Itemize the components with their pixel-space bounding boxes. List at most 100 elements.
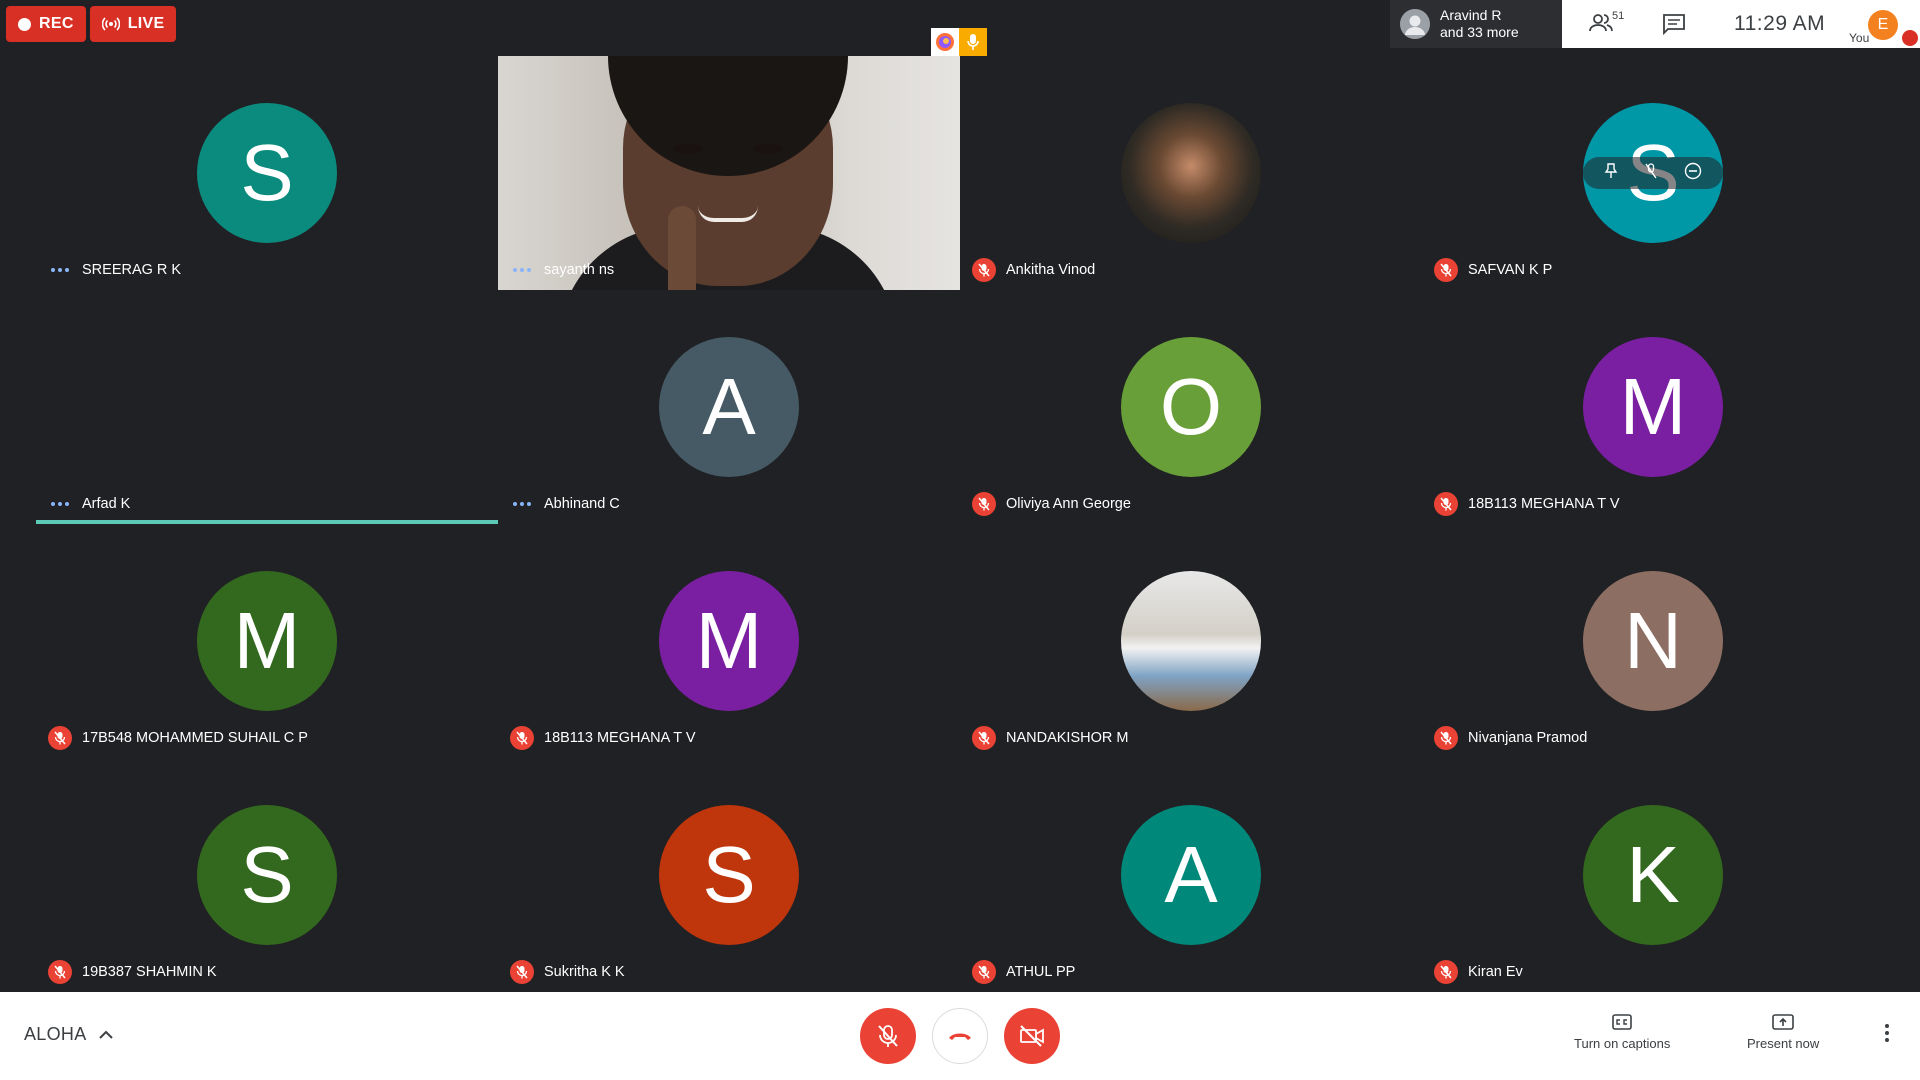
audio-level-icon — [510, 268, 534, 272]
mic-off-icon — [510, 960, 534, 984]
live-badge: LIVE — [89, 6, 177, 42]
mic-active-icon — [959, 28, 987, 56]
participant-video — [498, 56, 960, 290]
participant-tile[interactable]: Ankitha Vinod — [960, 56, 1422, 290]
tile-hover-controls — [1583, 157, 1723, 189]
audio-level-icon — [48, 502, 72, 506]
presenter-chip[interactable]: Aravind R and 33 more — [1390, 0, 1562, 48]
present-label: Present now — [1747, 1036, 1820, 1051]
participant-name: NANDAKISHOR M — [1006, 730, 1129, 746]
participant-tile[interactable]: M 18B113 MEGHANA T V — [498, 524, 960, 758]
broadcast-icon — [101, 17, 120, 31]
participant-tile[interactable]: S SREERAG R K — [36, 56, 498, 290]
audio-level-icon — [48, 268, 72, 272]
self-muted-icon — [1902, 30, 1918, 46]
more-vert-icon — [1885, 1024, 1889, 1042]
captions-button[interactable]: Turn on captions — [1574, 1014, 1670, 1051]
leave-call-button[interactable] — [932, 1008, 988, 1064]
chat-button[interactable] — [1662, 13, 1686, 40]
participant-name: SAFVAN K P — [1468, 262, 1553, 278]
mic-off-icon — [48, 726, 72, 750]
participant-tile[interactable]: M 18B113 MEGHANA T V — [1422, 290, 1884, 524]
participant-avatar: S — [659, 805, 799, 945]
meeting-details-button[interactable]: ALOHA — [24, 1024, 113, 1045]
participant-tile[interactable]: M 17B548 MOHAMMED SUHAIL C P — [36, 524, 498, 758]
bottom-control-bar: ALOHA Turn on captions Present now — [0, 992, 1920, 1080]
participant-nameplate: Sukritha K K — [510, 960, 625, 984]
participant-name: SREERAG R K — [82, 262, 182, 278]
participant-name: Oliviya Ann George — [1006, 496, 1131, 512]
meet-window: REC LIVE Aravind R and 33 more 51 11:29 … — [0, 0, 1920, 1080]
participant-nameplate: Arfad K — [48, 492, 130, 516]
participant-avatar: S — [197, 805, 337, 945]
participant-nameplate: Kiran Ev — [1434, 960, 1523, 984]
participant-photo — [1121, 103, 1261, 243]
remove-icon[interactable] — [1684, 162, 1702, 185]
participant-nameplate: 18B113 MEGHANA T V — [1434, 492, 1620, 516]
participant-tile[interactable]: S Sukritha K K — [498, 758, 960, 992]
participant-tile[interactable]: S 19B387 SHAHMIN K — [36, 758, 498, 992]
participant-nameplate: 18B113 MEGHANA T V — [510, 726, 696, 750]
audio-level-icon — [510, 502, 534, 506]
people-icon — [1589, 14, 1613, 32]
participant-avatar: A — [1121, 805, 1261, 945]
people-button[interactable]: 51 — [1588, 10, 1624, 41]
participant-nameplate: SREERAG R K — [48, 258, 181, 282]
presenter-text: Aravind R and 33 more — [1440, 7, 1519, 41]
present-button[interactable]: Present now — [1747, 1014, 1819, 1051]
videocam-off-icon — [1020, 1025, 1044, 1047]
mic-off-icon — [972, 726, 996, 750]
top-right-bar: Aravind R and 33 more 51 11:29 AM E You — [1390, 0, 1920, 48]
participant-tile[interactable]: K Kiran Ev — [1422, 758, 1884, 992]
participant-nameplate: sayanth ns — [510, 258, 614, 282]
participant-name: ATHUL PP — [1006, 964, 1076, 980]
recording-badges: REC LIVE — [6, 6, 177, 42]
participant-nameplate: Abhinand C — [510, 492, 620, 516]
pin-icon[interactable] — [1604, 162, 1618, 184]
participant-count: 51 — [1612, 10, 1625, 22]
participant-tile[interactable]: N Nivanjana Pramod — [1422, 524, 1884, 758]
participant-nameplate: ATHUL PP — [972, 960, 1075, 984]
participant-name: Abhinand C — [544, 496, 620, 512]
more-options-button[interactable] — [1884, 1022, 1890, 1049]
mic-off-icon — [1434, 258, 1458, 282]
participant-tile[interactable]: sayanth ns — [498, 56, 960, 290]
participant-tile[interactable]: O Oliviya Ann George — [960, 290, 1422, 524]
presenter-more: and 33 more — [1440, 24, 1519, 40]
participant-name: Ankitha Vinod — [1006, 262, 1096, 278]
participant-nameplate: Nivanjana Pramod — [1434, 726, 1587, 750]
mic-off-icon — [972, 492, 996, 516]
participant-avatar: S — [197, 103, 337, 243]
participant-avatar: O — [1121, 337, 1261, 477]
participant-name: 18B113 MEGHANA T V — [1468, 496, 1620, 512]
participant-tile[interactable]: NANDAKISHOR M — [960, 524, 1422, 758]
mic-off-icon — [48, 960, 72, 984]
participant-name: 17B548 MOHAMMED SUHAIL C P — [82, 730, 308, 746]
self-label: You — [1849, 31, 1870, 45]
participant-tile[interactable]: Arfad K — [36, 290, 498, 524]
participant-name: 19B387 SHAHMIN K — [82, 964, 217, 980]
participant-avatar: M — [197, 571, 337, 711]
camera-toggle-button[interactable] — [1004, 1008, 1060, 1064]
captions-label: Turn on captions — [1574, 1036, 1671, 1051]
firefox-icon — [931, 28, 959, 56]
share-indicator[interactable] — [931, 28, 987, 56]
participant-tile[interactable]: A Abhinand C — [498, 290, 960, 524]
participant-name: Kiran Ev — [1468, 964, 1523, 980]
participant-nameplate: 19B387 SHAHMIN K — [48, 960, 217, 984]
participant-tile[interactable]: SSAFVAN K P — [1422, 56, 1884, 290]
participant-name: sayanth ns — [544, 262, 615, 278]
mic-toggle-button[interactable] — [860, 1008, 916, 1064]
mic-off-icon — [1434, 960, 1458, 984]
mic-off-icon — [878, 1025, 898, 1047]
mic-off-icon — [972, 960, 996, 984]
mic-off-icon — [1434, 492, 1458, 516]
presenter-avatar — [1400, 9, 1430, 39]
chat-icon — [1663, 14, 1685, 36]
participant-grid: SSREERAG R Ksayanth nsAnkitha VinodSSAFV… — [36, 56, 1884, 992]
mic-off-icon — [972, 258, 996, 282]
mic-icon[interactable] — [1645, 162, 1657, 184]
participant-tile[interactable]: A ATHUL PP — [960, 758, 1422, 992]
participant-avatar: M — [659, 571, 799, 711]
self-avatar[interactable]: E — [1868, 10, 1898, 40]
